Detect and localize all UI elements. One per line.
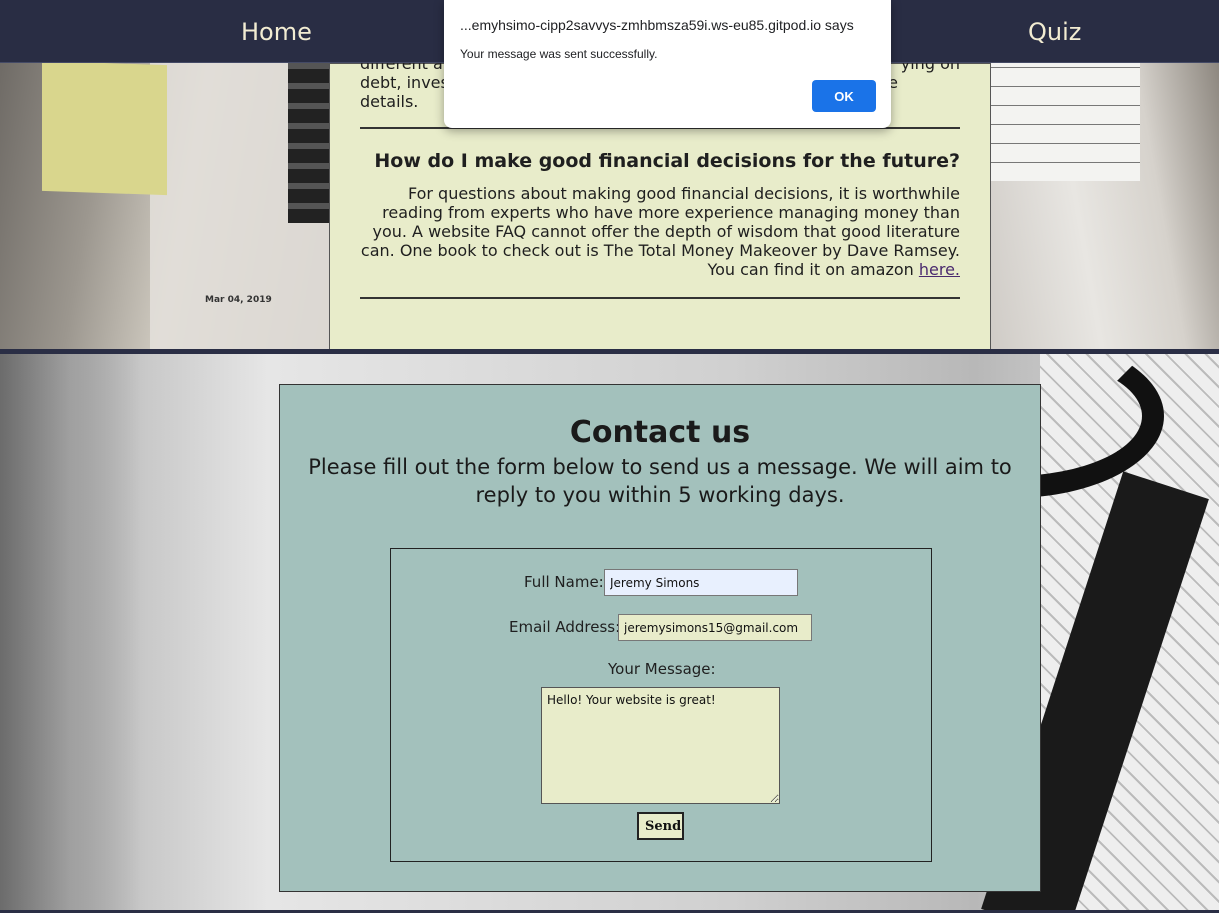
faq-answer-line: you. A website FAQ cannot offer the dept…	[372, 222, 960, 241]
email-input[interactable]	[618, 614, 812, 641]
message-label: Your Message:	[608, 660, 716, 678]
background-date-text: Mar 04, 2019	[205, 295, 272, 305]
contact-intro: Please fill out the form below to send u…	[308, 455, 1012, 507]
background-flag-graphic	[288, 63, 330, 223]
amazon-link[interactable]: here.	[919, 260, 960, 279]
send-button[interactable]: Send	[637, 812, 684, 840]
faq-question-heading: How do I make good financial decisions f…	[374, 150, 960, 172]
contact-panel: Contact us Please fill out the form belo…	[279, 384, 1041, 892]
message-textarea[interactable]: Hello! Your website is great!	[541, 687, 780, 804]
contact-section: Contact us Please fill out the form belo…	[0, 354, 1219, 911]
background-sticky-note	[42, 63, 167, 196]
faq-answer: For questions about making good financia…	[360, 184, 960, 279]
alert-message: Your message was sent successfully.	[460, 47, 658, 61]
faq-answer-line: For questions about making good financia…	[407, 184, 960, 203]
alert-origin-text: ...emyhsimo-cipp2savvys-zmhbmsza59i.ws-e…	[460, 17, 854, 33]
faq-answer-line: reading from experts who have more exper…	[382, 203, 960, 222]
faq-divider	[360, 297, 960, 299]
email-label: Email Address:	[509, 618, 621, 636]
alert-dialog: ...emyhsimo-cipp2savvys-zmhbmsza59i.ws-e…	[444, 0, 891, 128]
faq-partial-text: different a	[360, 63, 443, 73]
faq-partial-text: debt, inves	[360, 73, 449, 92]
faq-answer-line: You can find it on amazon here.	[360, 260, 960, 279]
alert-ok-button[interactable]: OK	[812, 80, 876, 112]
nav-home-link[interactable]: Home	[241, 18, 312, 46]
faq-partial-text-right: ying on	[900, 63, 960, 73]
background-shadow	[0, 354, 140, 911]
contact-title: Contact us	[569, 415, 751, 450]
faq-answer-line: can. One book to check out is The Total …	[360, 241, 960, 260]
full-name-label: Full Name:	[524, 573, 604, 591]
full-name-input[interactable]	[604, 569, 798, 596]
background-tax-form	[990, 63, 1140, 181]
nav-quiz-link[interactable]: Quiz	[1028, 18, 1081, 46]
faq-answer-text: You can find it on amazon	[707, 260, 919, 279]
contact-form: Full Name: Email Address: Your Message: …	[390, 548, 932, 862]
